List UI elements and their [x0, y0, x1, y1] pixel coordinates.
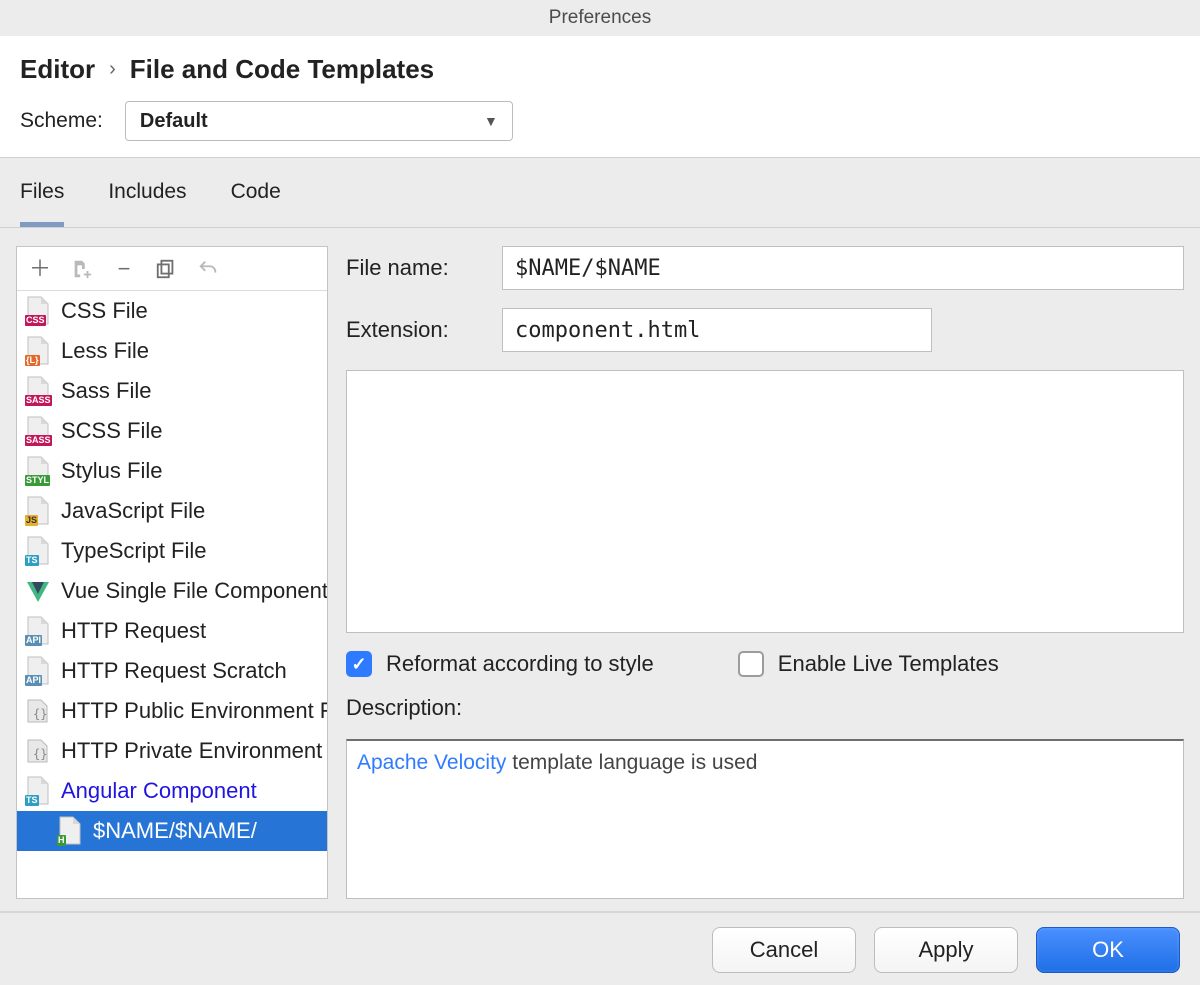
tab-files[interactable]: Files [20, 180, 64, 227]
tab-includes[interactable]: Includes [108, 180, 186, 227]
env-file-icon: {} [25, 698, 51, 724]
scheme-select[interactable]: Default ▼ [125, 101, 513, 141]
template-item[interactable]: Vue Single File Component [17, 571, 327, 611]
checkbox-icon: ✓ [346, 651, 372, 677]
live-templates-checkbox[interactable]: Enable Live Templates [738, 651, 999, 677]
scheme-value: Default [140, 110, 208, 133]
template-item-label: HTTP Public Environment File [61, 698, 327, 724]
file-name-input[interactable]: $NAME/$NAME [502, 246, 1184, 290]
template-item[interactable]: {} HTTP Public Environment File [17, 691, 327, 731]
breadcrumb: Editor › File and Code Templates [20, 36, 1180, 101]
dialog-footer: Cancel Apply OK [0, 911, 1200, 985]
live-templates-label: Enable Live Templates [778, 651, 999, 677]
description-box: Apache Velocity template language is use… [346, 739, 1184, 899]
file-icon: SASS [25, 376, 51, 406]
template-item-label: HTTP Private Environment File [61, 738, 327, 764]
template-item[interactable]: SASS Sass File [17, 371, 327, 411]
extension-label: Extension: [346, 317, 486, 343]
file-icon: SASS [25, 416, 51, 446]
file-icon: API [25, 656, 51, 686]
template-item-label: $NAME/$NAME/ [93, 818, 257, 844]
template-item-label: JavaScript File [61, 498, 205, 524]
cancel-button[interactable]: Cancel [712, 927, 856, 973]
checkbox-icon [738, 651, 764, 677]
file-icon: STYL [25, 456, 51, 486]
template-item[interactable]: API HTTP Request Scratch [17, 651, 327, 691]
vue-icon [25, 576, 51, 606]
description-text: template language is used [506, 751, 757, 774]
add-icon[interactable]: ＋ [29, 258, 51, 280]
chevron-right-icon: › [109, 58, 116, 81]
file-icon: H [57, 816, 83, 846]
extension-input[interactable]: component.html [502, 308, 932, 352]
template-item-label: HTTP Request Scratch [61, 658, 287, 684]
ok-button[interactable]: OK [1036, 927, 1180, 973]
svg-text:{}: {} [33, 707, 47, 721]
template-item-label: Vue Single File Component [61, 578, 327, 604]
template-code-editor[interactable] [346, 370, 1184, 633]
undo-icon[interactable] [197, 258, 219, 280]
template-item[interactable]: TS TypeScript File [17, 531, 327, 571]
chevron-down-icon: ▼ [484, 113, 498, 129]
add-child-icon[interactable] [71, 258, 93, 280]
description-label: Description: [346, 695, 1184, 721]
env-file-icon: {} [25, 738, 51, 764]
window-title: Preferences [0, 0, 1200, 36]
tabs: Files Includes Code [0, 158, 1200, 228]
scheme-label: Scheme: [20, 109, 103, 133]
template-item-label: TypeScript File [61, 538, 207, 564]
svg-text:{}: {} [33, 747, 47, 761]
template-item[interactable]: {} HTTP Private Environment File [17, 731, 327, 771]
template-item-label: Stylus File [61, 458, 162, 484]
tab-code[interactable]: Code [231, 180, 281, 227]
copy-icon[interactable] [155, 258, 177, 280]
template-item-label: HTTP Request [61, 618, 206, 644]
template-item-label: SCSS File [61, 418, 162, 444]
template-item[interactable]: CSS CSS File [17, 291, 327, 331]
apache-velocity-link[interactable]: Apache Velocity [357, 751, 506, 774]
file-icon: API [25, 616, 51, 646]
template-item[interactable]: {L} Less File [17, 331, 327, 371]
reformat-checkbox[interactable]: ✓ Reformat according to style [346, 651, 654, 677]
template-item[interactable]: STYL Stylus File [17, 451, 327, 491]
remove-icon[interactable]: − [113, 258, 135, 280]
template-tree[interactable]: CSSCSS File{L}Less FileSASSSass FileSASS… [17, 291, 327, 898]
apply-button[interactable]: Apply [874, 927, 1018, 973]
template-item-label: CSS File [61, 298, 148, 324]
template-item-label: Less File [61, 338, 149, 364]
file-icon: TS [25, 536, 51, 566]
template-item-label: Sass File [61, 378, 151, 404]
template-item[interactable]: API HTTP Request [17, 611, 327, 651]
template-child-item[interactable]: H $NAME/$NAME/ [17, 811, 327, 851]
template-item-label: Angular Component [61, 778, 257, 804]
file-icon: CSS [25, 296, 51, 326]
template-item[interactable]: SASS SCSS File [17, 411, 327, 451]
reformat-label: Reformat according to style [386, 651, 654, 677]
file-name-label: File name: [346, 255, 486, 281]
template-item[interactable]: JS JavaScript File [17, 491, 327, 531]
file-icon: TS [25, 776, 51, 806]
breadcrumb-editor[interactable]: Editor [20, 54, 95, 85]
file-icon: {L} [25, 336, 51, 366]
file-icon: JS [25, 496, 51, 526]
template-item[interactable]: TS Angular Component [17, 771, 327, 811]
template-toolbar: ＋ − [17, 247, 327, 291]
breadcrumb-templates: File and Code Templates [130, 54, 434, 85]
